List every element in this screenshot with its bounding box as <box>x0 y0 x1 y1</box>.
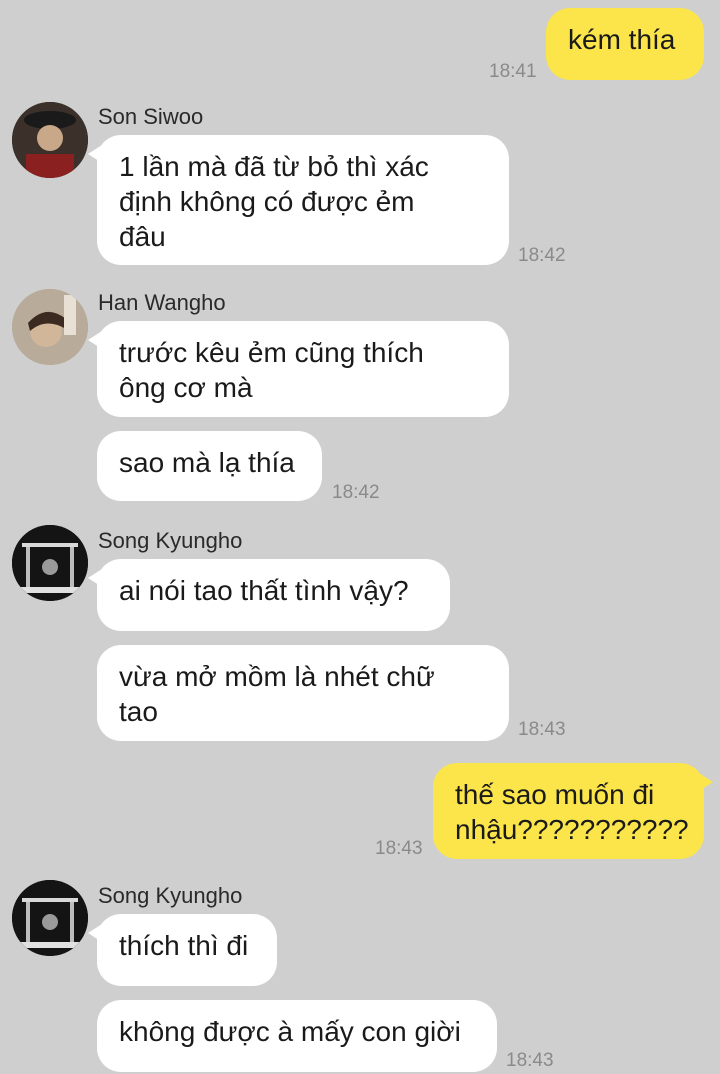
message-text: kém thía <box>568 24 676 55</box>
sender-name: Son Siwoo <box>98 104 204 129</box>
incoming-message-bubble[interactable]: thích thì đi <box>88 914 277 986</box>
time-stamp: 18:43 <box>375 838 423 859</box>
message-text: không được à mấy con giời <box>119 1016 461 1047</box>
message-text: sao mà lạ thía <box>119 447 295 478</box>
avatar[interactable] <box>12 880 88 956</box>
avatar[interactable] <box>12 525 88 601</box>
sender-name: Song Kyungho <box>98 883 243 908</box>
sender-name: Song Kyungho <box>98 528 243 553</box>
avatar[interactable] <box>12 289 88 365</box>
incoming-message-bubble[interactable]: ai nói tao thất tình vậy? <box>88 559 450 631</box>
avatar[interactable] <box>12 102 88 178</box>
avatar-photo <box>12 289 88 365</box>
message-text: vừa mở mồm là nhét chữ tao <box>119 661 435 727</box>
time-stamp: 18:43 <box>518 719 566 740</box>
message-text: 1 lần mà đã từ bỏ thì xác định không có … <box>119 151 429 252</box>
time-stamp: 18:42 <box>332 482 380 503</box>
incoming-message-bubble[interactable]: sao mà lạ thía <box>97 431 322 501</box>
time-stamp: 18:42 <box>518 245 566 266</box>
time-stamp: 18:41 <box>489 61 537 82</box>
avatar-photo <box>12 880 88 956</box>
avatar-photo <box>12 525 88 601</box>
message-text: thế sao muốn đi nhậu??????????? <box>455 779 689 845</box>
avatar-photo <box>12 102 88 178</box>
outgoing-message-bubble[interactable]: kém thía <box>546 8 704 80</box>
message-text: trước kêu ẻm cũng thích ông cơ mà <box>119 337 424 403</box>
time-stamp: 18:43 <box>506 1050 554 1071</box>
incoming-message-bubble[interactable]: vừa mở mồm là nhét chữ tao <box>97 645 509 741</box>
incoming-message-bubble[interactable]: trước kêu ẻm cũng thích ông cơ mà <box>88 321 509 417</box>
sender-name: Han Wangho <box>98 290 226 315</box>
outgoing-message-bubble[interactable]: thế sao muốn đi nhậu??????????? <box>433 763 713 859</box>
message-text: thích thì đi <box>119 930 249 961</box>
incoming-message-bubble[interactable]: 1 lần mà đã từ bỏ thì xác định không có … <box>88 135 509 265</box>
incoming-message-bubble[interactable]: không được à mấy con giời <box>97 1000 497 1072</box>
message-text: ai nói tao thất tình vậy? <box>119 575 409 606</box>
